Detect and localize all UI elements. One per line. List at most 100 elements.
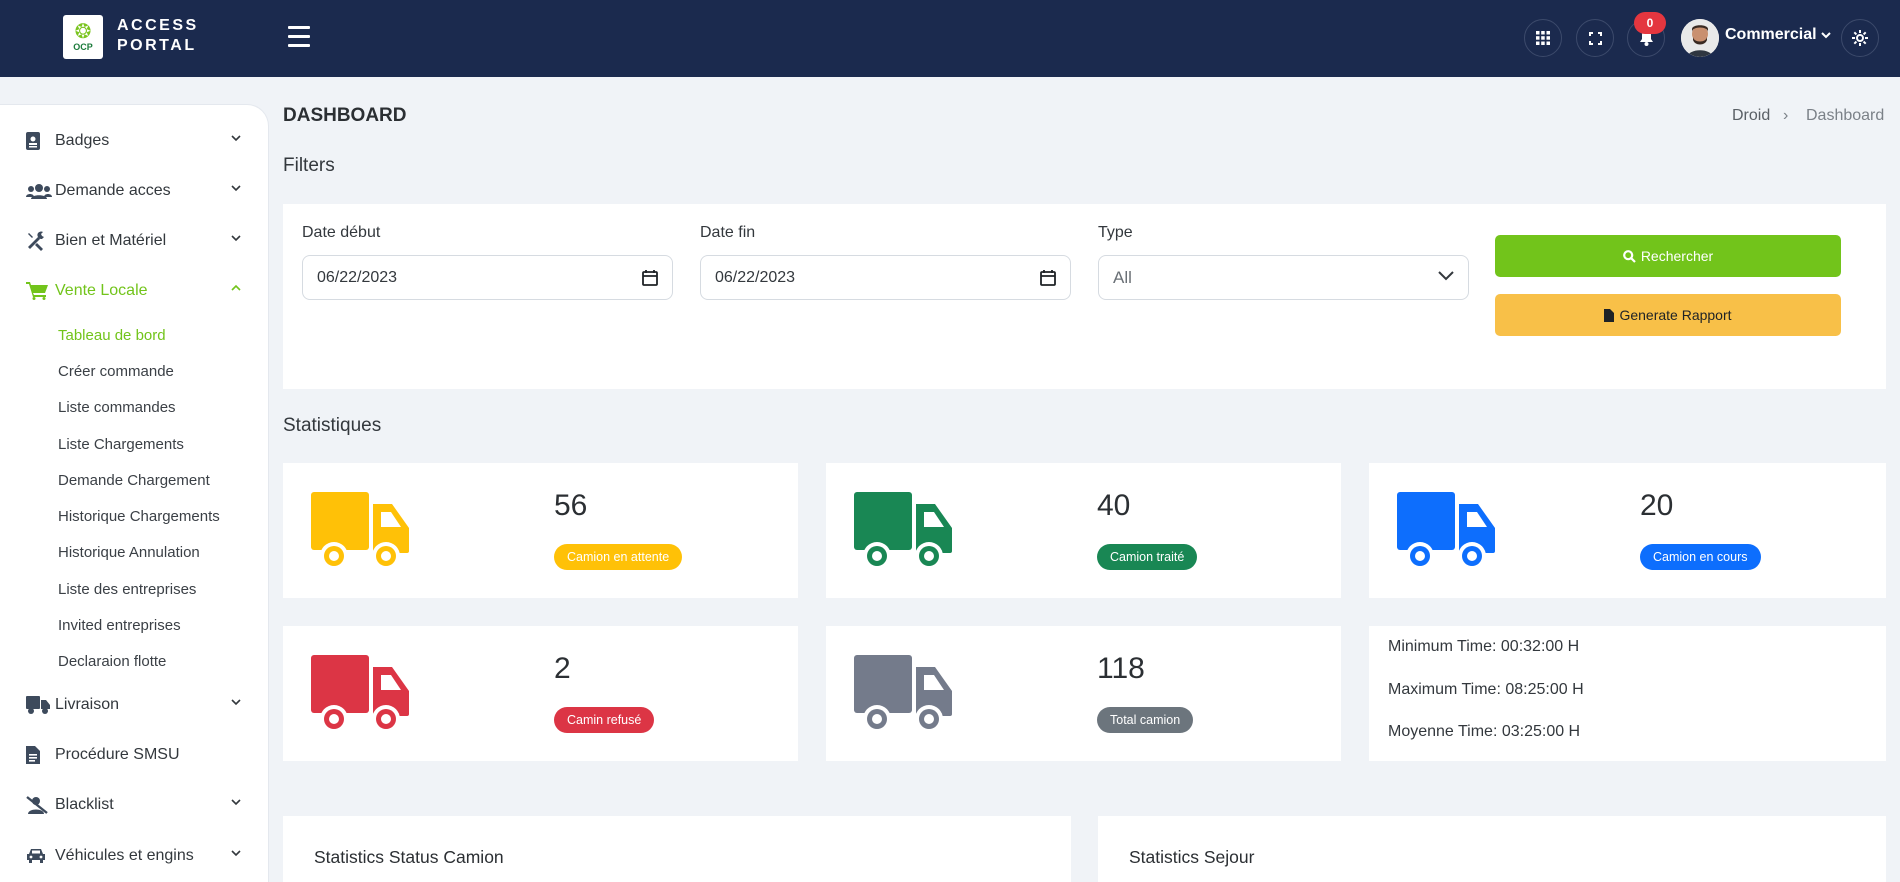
status-camion-card: Statistics Status Camion <box>283 816 1071 882</box>
sidebar-subitem-historique-chargements[interactable]: Historique Chargements <box>58 508 220 525</box>
user-slash-icon <box>26 794 52 816</box>
filters-title: Filters <box>283 155 335 176</box>
user-face-icon <box>1681 19 1719 57</box>
sidebar-item-vehicules-engins[interactable]: Véhicules et engins <box>26 841 241 871</box>
sidebar-item-bien-materiel[interactable]: Bien et Matériel <box>26 226 241 256</box>
id-badge-icon <box>26 130 52 152</box>
date-fin-label: Date fin <box>700 224 756 241</box>
user-avatar[interactable] <box>1681 19 1719 57</box>
rechercher-button[interactable]: Rechercher <box>1495 235 1841 277</box>
date-debut-value: 06/22/2023 <box>317 268 398 286</box>
settings-button[interactable] <box>1841 19 1879 57</box>
sidebar-subitem-tableau-de-bord[interactable]: Tableau de bord <box>58 327 166 344</box>
menu-toggle-icon[interactable] <box>288 26 314 48</box>
status-badge: Camion traité <box>1097 544 1198 570</box>
search-icon <box>1622 249 1636 263</box>
status-badge: Camion en cours <box>1640 544 1761 570</box>
chevron-down-icon <box>231 135 241 142</box>
logo-text: OCP <box>73 42 93 52</box>
sidebar-item-label: Blacklist <box>55 796 114 813</box>
sidebar-item-label: Procédure SMSU <box>55 746 180 763</box>
sidebar-item-label: Vente Locale <box>55 282 148 299</box>
date-debut-input[interactable]: 06/22/2023 <box>302 255 673 300</box>
leaf-icon: ❂ <box>74 21 92 43</box>
sidebar-subitem-historique-annulation[interactable]: Historique Annulation <box>58 544 200 561</box>
date-debut-label: Date début <box>302 224 381 241</box>
stat-value: 2 <box>554 652 571 685</box>
car-icon <box>26 845 52 867</box>
grid-icon <box>1536 31 1550 45</box>
sidebar-item-vente-locale[interactable]: Vente Locale <box>26 276 241 306</box>
status-badge: Total camion <box>1097 707 1194 733</box>
type-select[interactable]: All <box>1098 255 1469 300</box>
sidebar-item-label: Demande acces <box>55 182 171 199</box>
breadcrumb-droid[interactable]: Droid <box>1732 107 1770 125</box>
sidebar-item-procedure-smsu[interactable]: Procédure SMSU <box>26 740 241 770</box>
stat-card-refuse: 2 Camin refusé <box>283 626 798 761</box>
moyenne-time: Moyenne Time: 03:25:00 H <box>1388 723 1581 740</box>
sidebar-item-livraison[interactable]: Livraison <box>26 690 241 720</box>
minimum-time: Minimum Time: 00:32:00 H <box>1388 638 1580 655</box>
date-fin-input[interactable]: 06/22/2023 <box>700 255 1071 300</box>
stat-value: 56 <box>554 489 588 522</box>
sidebar-item-label: Bien et Matériel <box>55 232 167 249</box>
user-menu[interactable]: Commercial <box>1725 26 1831 44</box>
sidebar-item-blacklist[interactable]: Blacklist <box>26 790 241 820</box>
truck-icon <box>311 492 409 570</box>
sejour-title: Statistics Sejour <box>1129 847 1255 867</box>
maximum-time: Maximum Time: 08:25:00 H <box>1388 681 1584 698</box>
stat-card-en-attente: 56 Camion en attente <box>283 463 798 598</box>
stat-value: 118 <box>1097 652 1145 685</box>
time-stats-card: Minimum Time: 00:32:00 H Maximum Time: 0… <box>1369 626 1886 761</box>
sidebar: Badges Demande acces Bien et Matériel Ve… <box>0 104 269 882</box>
gear-icon <box>1852 30 1868 46</box>
notification-count-badge: 0 <box>1634 12 1666 34</box>
calendar-icon[interactable] <box>642 269 658 286</box>
type-label: Type <box>1098 224 1133 241</box>
sidebar-item-label: Badges <box>55 132 110 149</box>
sidebar-subitem-declaraion-flotte[interactable]: Declaraion flotte <box>58 653 166 670</box>
sidebar-subitem-demande-chargement[interactable]: Demande Chargement <box>58 472 210 489</box>
status-badge: Camion en attente <box>554 544 683 570</box>
brand-line-2: PORTAL <box>117 37 197 54</box>
brand-line-1: ACCESS <box>117 17 199 34</box>
sidebar-subitem-liste-entreprises[interactable]: Liste des entreprises <box>58 581 196 598</box>
file-icon <box>26 744 52 766</box>
user-name: Commercial <box>1725 26 1817 43</box>
calendar-icon[interactable] <box>1040 269 1056 286</box>
apps-grid-button[interactable] <box>1524 19 1562 57</box>
date-fin-value: 06/22/2023 <box>715 268 796 286</box>
sidebar-item-label: Livraison <box>55 696 120 713</box>
sidebar-subitem-creer-commande[interactable]: Créer commande <box>58 363 174 380</box>
truck-icon <box>1397 492 1495 570</box>
tools-icon <box>26 230 52 252</box>
chevron-down-icon <box>231 699 241 706</box>
chevron-down-icon <box>231 235 241 242</box>
chevron-down-icon <box>231 850 241 857</box>
generate-rapport-button[interactable]: Generate Rapport <box>1495 294 1841 336</box>
sidebar-subitem-liste-commandes[interactable]: Liste commandes <box>58 399 176 416</box>
chevron-down-icon <box>231 799 241 806</box>
chevron-up-icon <box>231 284 241 291</box>
stat-card-en-cours: 20 Camion en cours <box>1369 463 1886 598</box>
sidebar-item-badges[interactable]: Badges <box>26 126 241 156</box>
sidebar-subitem-liste-chargements[interactable]: Liste Chargements <box>58 436 184 453</box>
page-title: DASHBOARD <box>283 105 407 126</box>
truck-icon <box>26 694 52 716</box>
fullscreen-button[interactable] <box>1576 19 1614 57</box>
ocp-logo[interactable]: ❂ OCP <box>63 15 103 59</box>
sidebar-subitem-invited-entreprises[interactable]: Invited entreprises <box>58 617 181 634</box>
stat-card-traite: 40 Camion traité <box>826 463 1341 598</box>
stat-value: 40 <box>1097 489 1131 522</box>
status-camion-title: Statistics Status Camion <box>314 847 504 867</box>
file-icon <box>1604 308 1615 322</box>
breadcrumb-separator: › <box>1783 107 1789 124</box>
chevron-down-icon <box>1438 271 1454 281</box>
rechercher-label: Rechercher <box>1640 248 1714 264</box>
truck-icon <box>854 655 952 733</box>
stat-value: 20 <box>1640 489 1674 522</box>
sidebar-item-demande-acces[interactable]: Demande acces <box>26 176 241 206</box>
breadcrumb-dashboard: Dashboard <box>1806 107 1885 124</box>
chevron-down-icon <box>231 185 241 192</box>
users-icon <box>26 180 52 202</box>
